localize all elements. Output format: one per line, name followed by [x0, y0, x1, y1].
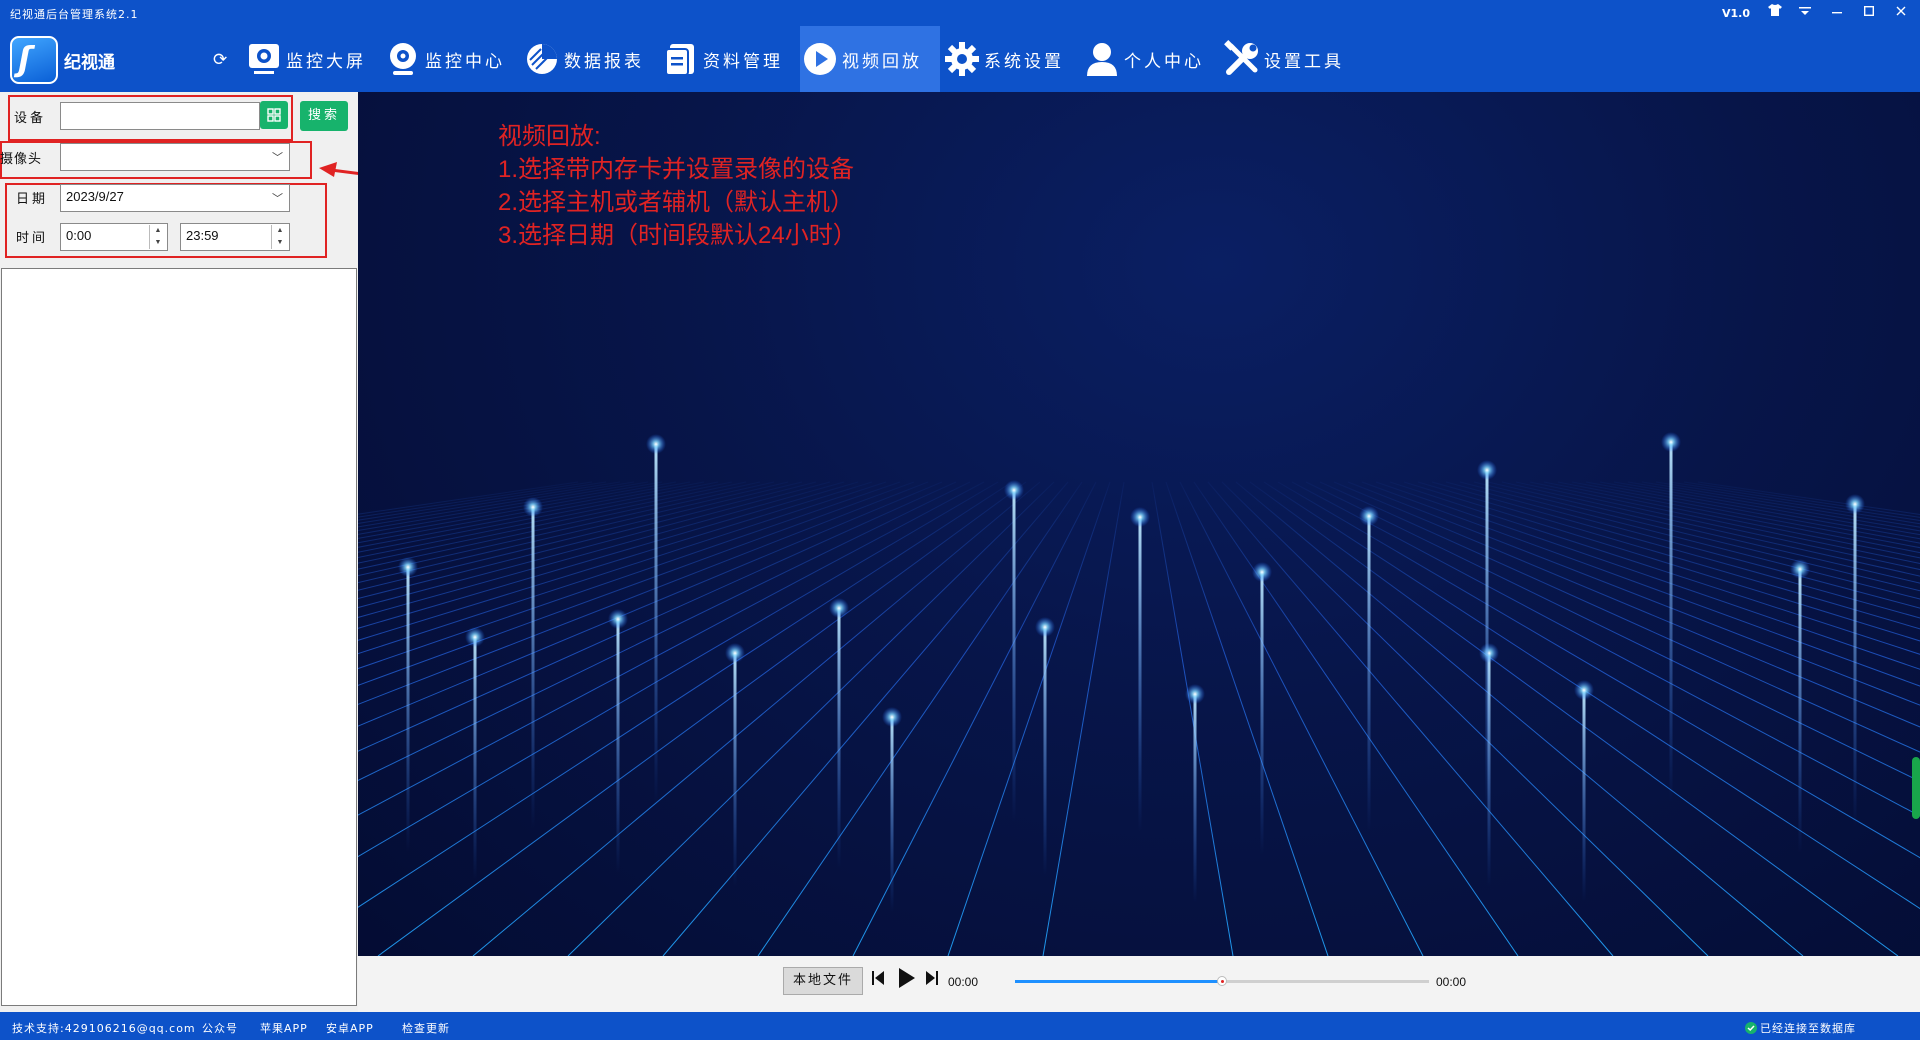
time-label: 时间 [16, 231, 49, 246]
device-picker-button[interactable] [260, 101, 288, 129]
gear-icon [942, 39, 982, 79]
annotation-line: 2.选择主机或者辅机（默认主机） [498, 189, 855, 216]
check-icon [1745, 1022, 1757, 1034]
connection-text: 已经连接至数据库 [1760, 1022, 1856, 1035]
monitor-screen-icon [244, 39, 284, 79]
chevron-down-icon: ﹀ [272, 193, 283, 205]
nav-label: 系统设置 [984, 51, 1064, 72]
device-input[interactable] [60, 102, 260, 130]
nav-personal-center[interactable]: 个人中心 [1082, 26, 1204, 92]
tools-icon [1222, 39, 1262, 79]
close-icon[interactable] [1886, 2, 1916, 22]
nav-settings-tools[interactable]: 设置工具 [1222, 26, 1344, 92]
nav-label: 数据报表 [564, 51, 644, 72]
end-time-input[interactable]: 23:59 ▲ ▼ [180, 223, 290, 251]
app-name: 纪视通 [64, 53, 115, 73]
connection-status: 已经连接至数据库 [1745, 1020, 1856, 1036]
start-time-value: 0:00 [66, 228, 92, 243]
total-time: 00:00 [1436, 975, 1467, 989]
progress-slider[interactable] [1015, 976, 1429, 986]
nav-label: 视频回放 [842, 51, 922, 72]
progress-handle[interactable] [1217, 976, 1227, 986]
filter-sidebar: 设备 搜索 摄像头 ﹀ 日期 2023/9/27 ﹀ 时间 0:00 ▲ ▼ 23… [0, 92, 358, 1012]
nav-system-settings[interactable]: 系统设置 [942, 26, 1064, 92]
current-time: 00:00 [948, 975, 979, 989]
top-navigation-bar: ʃ 纪视通 ⟳ 监控大屏 监控中心 数据报表 资料管理 视频回放 系统设置 个人… [0, 26, 1920, 92]
date-picker[interactable]: 2023/9/27 ﹀ [60, 184, 290, 212]
nav-monitor-screen[interactable]: 监控大屏 [244, 26, 366, 92]
nav-label: 监控大屏 [286, 51, 366, 72]
window-title-bar: 纪视通后台管理系统2.1 V1.0 [0, 0, 1920, 26]
camera-icon [383, 39, 423, 79]
previous-icon[interactable] [870, 969, 886, 992]
annotation-line: 3.选择日期（时间段默认24小时） [498, 222, 857, 249]
nav-label: 个人中心 [1124, 51, 1204, 72]
maximize-icon[interactable] [1854, 2, 1884, 22]
apple-app-link[interactable]: 苹果APP [260, 1020, 308, 1036]
nav-data-report[interactable]: 数据报表 [522, 26, 644, 92]
volume-indicator[interactable] [1912, 757, 1920, 819]
logo-glyph-icon: ʃ [18, 39, 32, 78]
window-title: 纪视通后台管理系统2.1 [10, 8, 139, 21]
app-logo: ʃ [10, 36, 58, 84]
grid-icon [267, 108, 281, 122]
camera-label: 摄像头 [0, 152, 43, 167]
annotation-line: 视频回放: [498, 123, 601, 150]
nav-label: 设置工具 [1264, 51, 1344, 72]
instruction-annotation: 视频回放: 1.选择带内存卡并设置录像的设备 2.选择主机或者辅机（默认主机） … [498, 120, 857, 252]
version-label: V1.0 [1722, 7, 1750, 20]
progress-fill [1015, 980, 1222, 983]
check-update-link[interactable]: 检查更新 [402, 1020, 450, 1036]
next-icon[interactable] [924, 969, 940, 992]
date-label: 日期 [16, 192, 49, 207]
nav-video-playback[interactable]: 视频回放 [800, 26, 940, 92]
play-button[interactable] [896, 967, 916, 994]
minimize-icon[interactable] [1822, 2, 1852, 22]
device-list[interactable] [1, 268, 357, 1006]
refresh-icon[interactable]: ⟳ [213, 50, 227, 70]
nav-label: 资料管理 [703, 51, 783, 72]
local-file-button[interactable]: 本地文件 [783, 967, 863, 995]
device-label: 设备 [14, 111, 47, 126]
start-time-input[interactable]: 0:00 ▲ ▼ [60, 223, 168, 251]
android-app-link[interactable]: 安卓APP [326, 1020, 374, 1036]
menu-icon[interactable] [1790, 2, 1820, 22]
end-time-value: 23:59 [186, 228, 219, 243]
search-button[interactable]: 搜索 [300, 101, 348, 131]
play-icon [800, 39, 840, 79]
nav-data-management[interactable]: 资料管理 [661, 26, 783, 92]
user-icon [1082, 39, 1122, 79]
support-contact: 技术支持:429106216@qq.com [12, 1022, 196, 1035]
chevron-down-icon: ﹀ [272, 152, 283, 164]
wechat-link[interactable]: 公众号 [202, 1020, 238, 1036]
nav-monitor-center[interactable]: 监控中心 [383, 26, 505, 92]
status-bar: 技术支持:429106216@qq.com 公众号 苹果APP 安卓APP 检查… [0, 1012, 1920, 1040]
end-time-spinner[interactable]: ▲ ▼ [271, 225, 288, 249]
nav-label: 监控中心 [425, 51, 505, 72]
playback-control-bar: 本地文件 00:00 00:00 [358, 956, 1920, 1012]
date-value: 2023/9/27 [66, 189, 124, 204]
document-icon [661, 39, 701, 79]
start-time-spinner[interactable]: ▲ ▼ [149, 225, 166, 249]
camera-select[interactable]: ﹀ [60, 143, 290, 171]
annotation-line: 1.选择带内存卡并设置录像的设备 [498, 156, 855, 183]
pie-chart-icon [522, 39, 562, 79]
shirt-icon[interactable] [1760, 2, 1790, 22]
